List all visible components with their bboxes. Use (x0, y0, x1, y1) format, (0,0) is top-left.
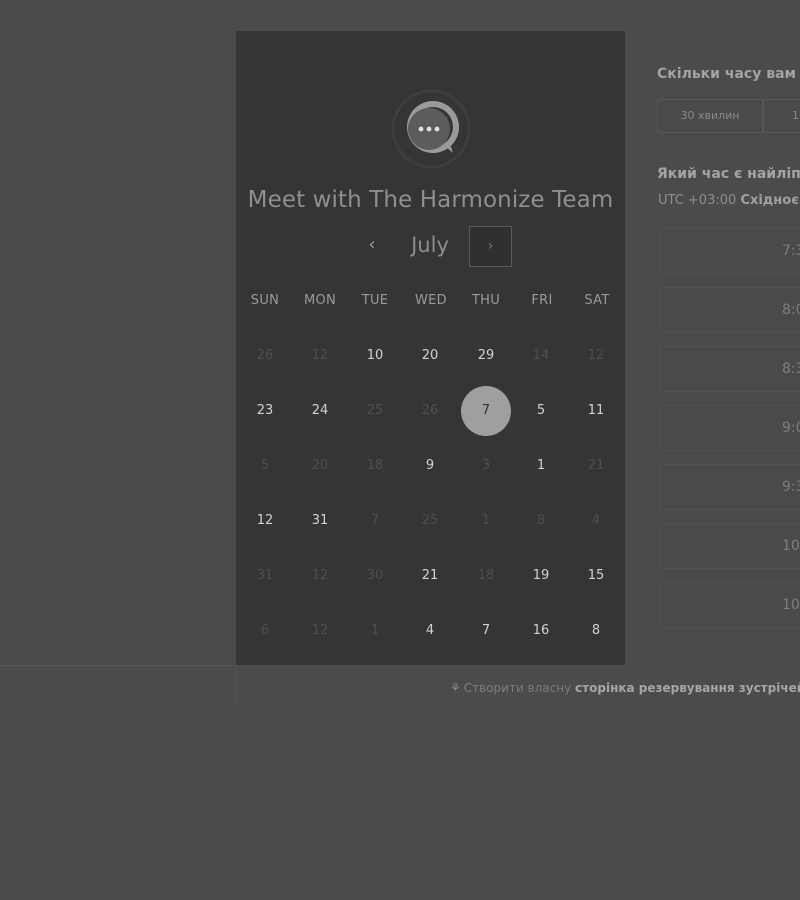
footer-prefix: Створити власну (463, 681, 572, 695)
duration-question: Скільки часу вам п (657, 66, 800, 82)
sprocket-icon: ⚘ (450, 681, 461, 695)
calendar-day[interactable]: 21 (405, 551, 455, 601)
weekday-1: MON (303, 293, 337, 308)
chat-logo-icon (391, 89, 471, 169)
calendar-day[interactable]: 1 (516, 441, 566, 491)
weekday-header: SUN MON TUE WED THU FRI SAT (236, 293, 625, 313)
calendar-day: 8 (536, 513, 546, 528)
calendar-day: 26 (256, 348, 274, 363)
calendar-day: 20 (311, 458, 329, 473)
calendar-day: 6 (260, 623, 270, 638)
calendar-day: 31 (256, 568, 274, 583)
calendar-day: 1 (370, 623, 380, 638)
selected-day[interactable]: 7 (461, 386, 511, 436)
calendar-day[interactable]: 7 (461, 606, 511, 656)
calendar-day[interactable]: 24 (295, 386, 345, 436)
duration-option-60[interactable]: 1 (763, 99, 800, 133)
calendar-day: 18 (366, 458, 384, 473)
month-navigation: ‹ July › (236, 225, 625, 267)
calendar-day[interactable]: 11 (571, 386, 621, 436)
booking-panel: Скільки часу вам п 30 хвилин 1 Який час … (625, 31, 800, 665)
calendar-day: 30 (366, 568, 384, 583)
time-slot[interactable]: 7:3 (660, 228, 800, 274)
time-slot[interactable]: 10: (660, 523, 800, 569)
calendar-day: 14 (532, 348, 550, 363)
calendar-day[interactable]: 12 (240, 496, 290, 546)
time-slot[interactable]: 9:3 (660, 464, 800, 510)
calendar-day[interactable]: 31 (295, 496, 345, 546)
calendar-day: 25 (366, 403, 384, 418)
time-question: Який час є найліпш (657, 166, 800, 182)
duration-option-30[interactable]: 30 хвилин (657, 99, 763, 133)
time-slot[interactable]: 8:3 (660, 346, 800, 392)
calendar-day[interactable]: 9 (405, 441, 455, 491)
calendar-day[interactable]: 8 (571, 606, 621, 656)
divider (0, 665, 236, 666)
calendar-day: 5 (260, 458, 270, 473)
footer-link[interactable]: ⚘ Створити власну сторінка резервування з… (450, 681, 800, 695)
calendar-day: 18 (477, 568, 495, 583)
calendar-day[interactable]: 19 (516, 551, 566, 601)
calendar-day[interactable]: 4 (405, 606, 455, 656)
calendar-day: 26 (421, 403, 439, 418)
calendar-panel: Meet with The Harmonize Team ‹ July › SU… (236, 31, 625, 665)
duration-options: 30 хвилин 1 (657, 99, 800, 133)
calendar-day[interactable]: 5 (516, 386, 566, 436)
time-slot[interactable]: 10: (660, 582, 800, 628)
time-slot[interactable]: 9:0 (660, 405, 800, 451)
weekday-2: TUE (361, 293, 389, 308)
calendar-day[interactable]: 20 (405, 331, 455, 381)
calendar-day[interactable]: 10 (350, 331, 400, 381)
calendar-day: 1 (481, 513, 491, 528)
calendar-day: 12 (311, 623, 329, 638)
calendar-day: 12 (311, 348, 329, 363)
footer-bold-link: сторінка резервування зустрічей (575, 681, 800, 695)
calendar-day: 25 (421, 513, 439, 528)
footer: ⚘ Створити власну сторінка резервування з… (236, 665, 800, 705)
weekday-4: THU (471, 293, 501, 308)
weekday-0: SUN (250, 293, 280, 308)
calendar-day: 7 (370, 513, 380, 528)
meeting-title: Meet with The Harmonize Team (247, 187, 614, 213)
calendar-day[interactable]: 29 (461, 331, 511, 381)
weekday-3: WED (415, 293, 447, 308)
calendar-day: 12 (311, 568, 329, 583)
timezone-label[interactable]: UTC +03:00 Східноєв (658, 193, 800, 208)
calendar-day: 3 (481, 458, 491, 473)
timezone-offset: UTC +03:00 (658, 193, 737, 208)
calendar-day[interactable]: 23 (240, 386, 290, 436)
next-month-button[interactable]: › (469, 226, 512, 267)
prev-month-button[interactable]: ‹ (358, 225, 386, 265)
left-backdrop (0, 0, 236, 665)
calendar-day[interactable]: 16 (516, 606, 566, 656)
calendar-day: 12 (587, 348, 605, 363)
weekday-5: FRI (531, 293, 553, 308)
calendar-day: 4 (591, 513, 601, 528)
calendar-day: 21 (587, 458, 605, 473)
weekday-6: SAT (584, 293, 610, 308)
month-label: July (411, 233, 449, 257)
calendar-day[interactable]: 15 (571, 551, 621, 601)
timezone-name: Східноєв (740, 193, 800, 208)
time-slot[interactable]: 8:0 (660, 287, 800, 333)
calendar-grid: 26 12 10 20 29 14 12 23 24 25 26 7 5 11 5 20 18 9 3 1 21 12 31… (236, 329, 625, 659)
